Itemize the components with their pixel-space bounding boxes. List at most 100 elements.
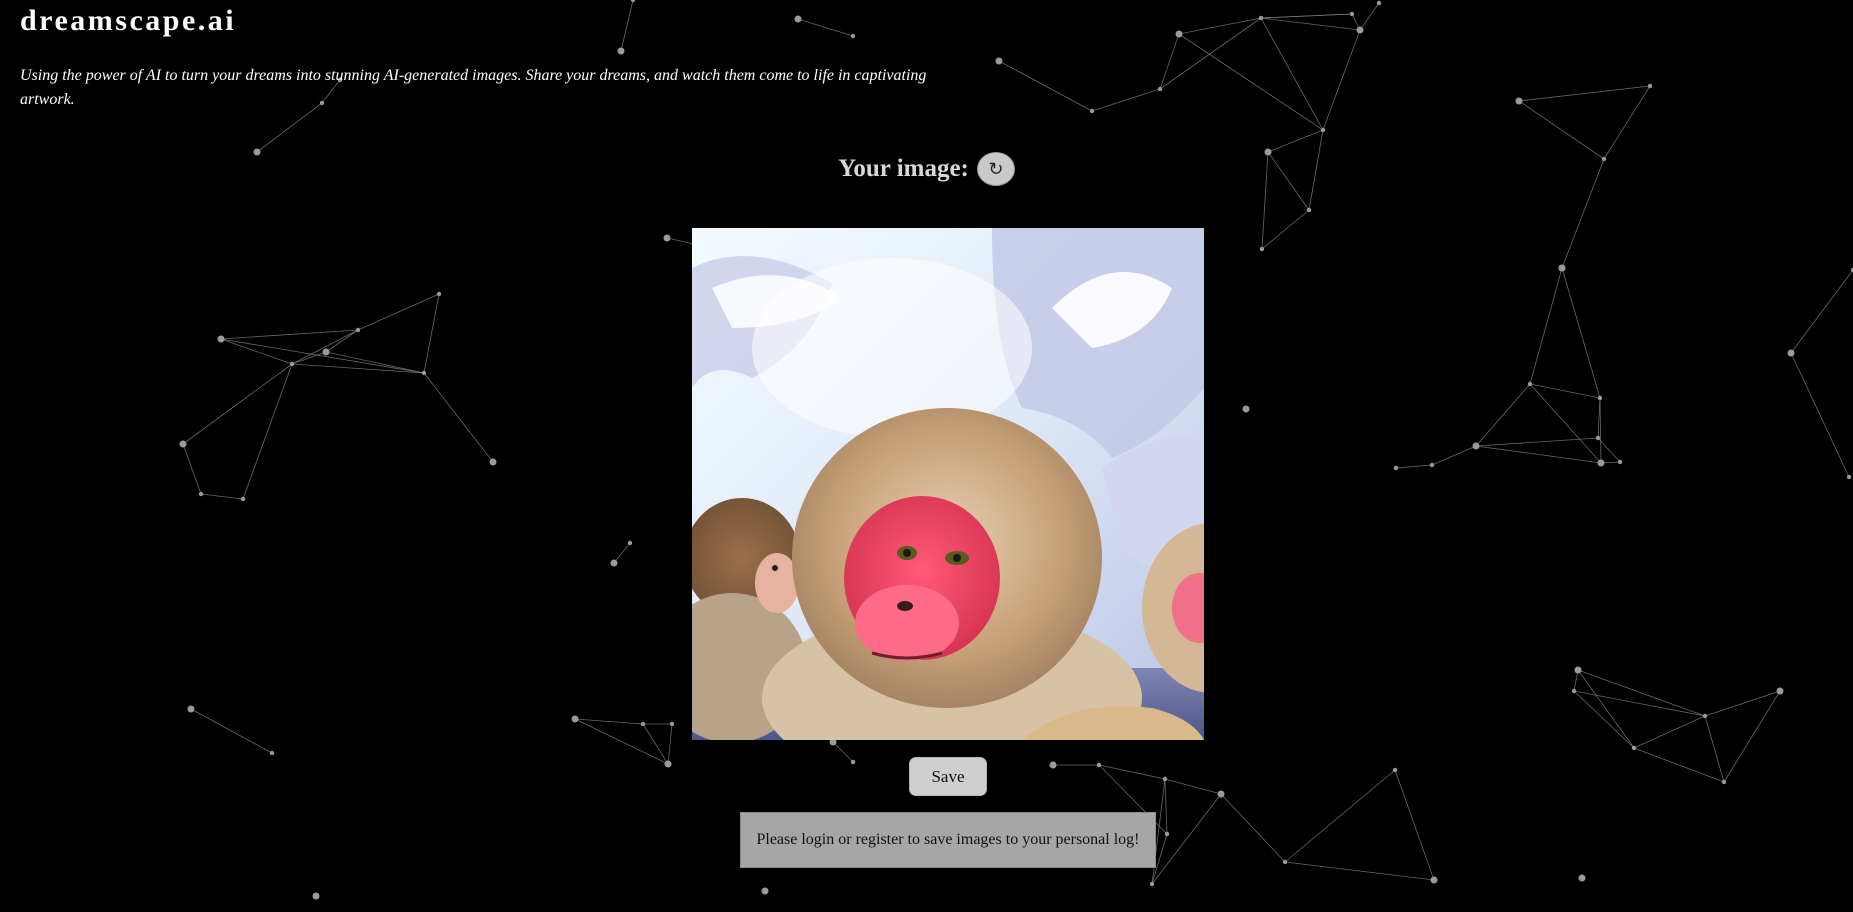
network-link xyxy=(1164,778,1168,835)
network-link xyxy=(291,329,359,365)
network-node xyxy=(1306,207,1312,213)
network-node xyxy=(489,458,497,466)
network-node xyxy=(1320,127,1326,133)
network-node xyxy=(187,705,195,713)
network-node xyxy=(1282,859,1288,865)
network-node xyxy=(663,234,671,242)
network-node xyxy=(198,491,204,497)
network-link xyxy=(1597,397,1601,439)
network-node xyxy=(240,496,246,502)
network-link xyxy=(1518,85,1651,102)
generated-image xyxy=(692,228,1204,740)
network-link xyxy=(1603,85,1651,160)
network-link xyxy=(1098,764,1166,780)
network-node xyxy=(1597,395,1603,401)
network-link xyxy=(357,293,440,331)
image-heading: Your image: ↻ xyxy=(0,152,1853,186)
network-node xyxy=(436,291,442,297)
network-node xyxy=(1392,767,1398,773)
save-button[interactable]: Save xyxy=(909,757,987,796)
network-link xyxy=(797,18,854,37)
network-node xyxy=(571,715,579,723)
network-link xyxy=(220,329,359,340)
network-node xyxy=(1776,687,1784,695)
network-link xyxy=(1561,267,1601,399)
network-link xyxy=(1573,690,1635,749)
network-link xyxy=(613,542,631,564)
network-node xyxy=(289,361,295,367)
network-link xyxy=(1260,17,1324,131)
network-link xyxy=(1518,100,1605,160)
network-link xyxy=(1577,669,1635,749)
network-node xyxy=(1242,405,1250,413)
network-link xyxy=(1394,769,1435,881)
refresh-icon: ↻ xyxy=(988,158,1004,179)
network-link xyxy=(1599,397,1602,464)
network-node xyxy=(794,15,802,23)
network-link xyxy=(1475,445,1602,464)
network-link xyxy=(182,443,202,495)
network-node xyxy=(1393,465,1399,471)
network-link xyxy=(423,293,440,374)
network-node xyxy=(664,760,672,768)
network-link xyxy=(325,329,359,353)
network-node xyxy=(1595,435,1601,441)
network-link xyxy=(998,60,1093,112)
network-node xyxy=(1217,790,1225,798)
network-node xyxy=(1617,459,1623,465)
network-link xyxy=(1790,269,1853,354)
network-link xyxy=(1529,267,1563,385)
network-node xyxy=(1349,11,1355,17)
network-node xyxy=(1631,745,1637,751)
network-node xyxy=(669,721,675,727)
network-node xyxy=(1162,776,1168,782)
network-node xyxy=(617,47,625,55)
network-link xyxy=(1431,445,1477,466)
network-node xyxy=(1597,459,1605,467)
network-link xyxy=(220,338,425,374)
network-node xyxy=(1846,474,1852,480)
network-node xyxy=(995,57,1003,65)
brand-logo-text[interactable]: dreamscape.ai xyxy=(20,4,236,38)
network-node xyxy=(1164,831,1170,837)
network-link xyxy=(667,723,673,765)
network-link xyxy=(1790,352,1850,478)
network-node xyxy=(1578,874,1586,882)
network-node xyxy=(1787,349,1795,357)
network-node xyxy=(1258,15,1264,21)
network-link xyxy=(1164,778,1222,795)
network-node xyxy=(1721,779,1727,785)
network-link xyxy=(1704,715,1725,783)
network-link xyxy=(1704,690,1781,717)
network-link xyxy=(242,363,293,500)
network-link xyxy=(1322,29,1361,131)
network-link xyxy=(620,0,634,52)
network-node xyxy=(1376,0,1382,6)
snow-monkey-image xyxy=(692,228,1204,740)
network-node xyxy=(1149,881,1155,887)
regenerate-button[interactable]: ↻ xyxy=(976,152,1015,186)
network-link xyxy=(1260,17,1361,31)
network-node xyxy=(630,0,636,3)
page: dreamscape.ai Using the power of AI to t… xyxy=(0,0,1853,912)
network-link xyxy=(220,338,293,365)
network-link xyxy=(1633,747,1725,783)
network-node xyxy=(1175,30,1183,38)
network-link xyxy=(666,237,695,245)
network-node xyxy=(1647,83,1653,89)
network-link xyxy=(1573,690,1706,717)
network-link xyxy=(1178,17,1262,35)
network-link xyxy=(1260,13,1353,19)
network-node xyxy=(1259,246,1265,252)
network-node xyxy=(1049,761,1057,769)
network-node xyxy=(1571,688,1577,694)
network-node xyxy=(610,559,618,567)
network-node xyxy=(312,892,320,900)
network-link xyxy=(1267,129,1324,153)
network-node xyxy=(1472,442,1480,450)
tagline: Using the power of AI to turn your dream… xyxy=(20,67,927,108)
network-link xyxy=(1577,669,1706,717)
network-node xyxy=(1157,86,1163,92)
network-link xyxy=(1178,33,1324,131)
network-node xyxy=(1702,713,1708,719)
